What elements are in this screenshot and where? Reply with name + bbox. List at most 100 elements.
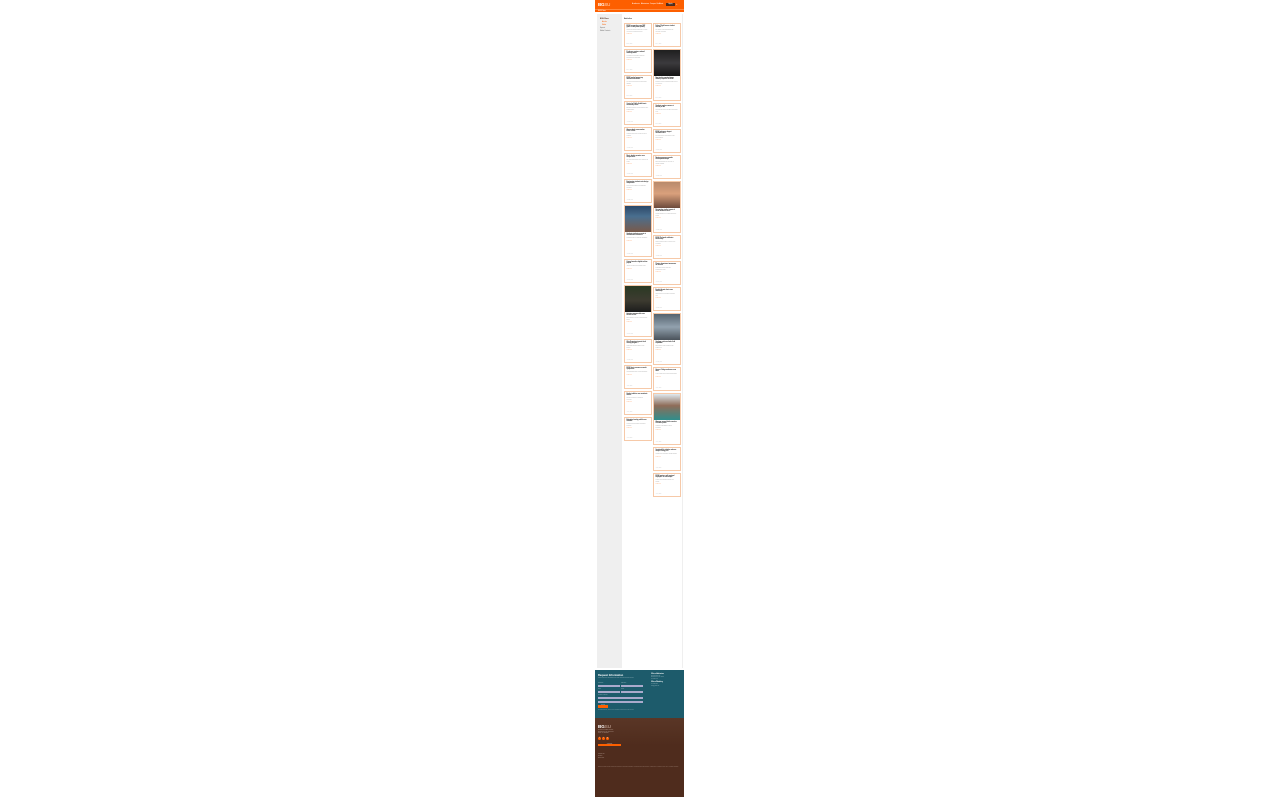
article-title[interactable]: Geology professor leads field expedition	[656, 342, 678, 346]
article-card[interactable]: Sustainability initiative reduces campus…	[652, 447, 681, 471]
read-more-link[interactable]: Read more	[656, 86, 678, 88]
article-card[interactable]: Aviation program adds new aircraft to fl…	[623, 285, 652, 337]
article-title[interactable]: New faculty member brings industry exper…	[656, 78, 678, 82]
article-card[interactable]: Alumnus named chief executive of health …	[652, 393, 681, 445]
article-card[interactable]: Graduate student presents at internation…	[623, 205, 652, 257]
read-more-link[interactable]: Read more	[627, 138, 649, 140]
article-image[interactable]	[653, 314, 680, 340]
article-title[interactable]: Nursing program expands clinical partner…	[656, 158, 678, 162]
sidebar-item-media-contacts[interactable]: Media Contacts	[599, 30, 619, 33]
article-title[interactable]: Researcher studies impact of social medi…	[656, 210, 678, 214]
comments-field[interactable]	[598, 700, 643, 703]
read-more-link[interactable]: Read more	[656, 272, 678, 274]
article-image[interactable]	[653, 394, 680, 420]
contact-phone[interactable]: 419-372-2478	[651, 679, 681, 681]
footer-cta-button[interactable]: Visit BGSU	[598, 744, 621, 747]
article-title[interactable]: Engineering students win design competit…	[627, 182, 649, 186]
contact-email[interactable]: news@bgsu.edu	[651, 686, 681, 688]
article-card[interactable]: Honors College welcomes new dean Leader b…	[652, 367, 681, 391]
article-title[interactable]: BGSU researchers earn NSF grant to study…	[627, 26, 649, 30]
article-card[interactable]: BGSU Firelands celebrates anniversary Cam…	[652, 235, 681, 259]
read-more-link[interactable]: Read more	[656, 298, 678, 300]
read-more-link[interactable]: Read more	[656, 34, 678, 36]
article-card[interactable]: Library launches digital archive project…	[623, 259, 652, 283]
article-title[interactable]: BGSU hosts summer research symposium	[627, 368, 649, 372]
article-card[interactable]: Professor receives national teaching awa…	[623, 49, 652, 73]
logo[interactable]: BGSU	[598, 2, 610, 7]
article-card[interactable]: Education faculty publish new textbook Re…	[623, 417, 652, 441]
submit-button[interactable]: Submit	[598, 705, 608, 708]
read-more-link[interactable]: Read more	[627, 34, 649, 36]
program-select[interactable]	[598, 696, 643, 699]
article-title[interactable]: Falcon Flight honors student veterans	[656, 26, 678, 30]
read-more-link[interactable]: Read more	[627, 190, 649, 192]
article-card[interactable]: BGSU hosts summer research symposium Unde…	[623, 365, 652, 389]
article-title[interactable]: BGSU welcomes largest freshman class	[656, 132, 678, 136]
read-more-link[interactable]: Read more	[627, 269, 649, 271]
read-more-link[interactable]: Read more	[627, 241, 649, 243]
article-title[interactable]: Education faculty publish new textbook	[627, 420, 649, 424]
article-image[interactable]	[653, 50, 680, 76]
article-card[interactable]: Geology professor leads field expedition…	[652, 313, 681, 365]
read-more-link[interactable]: Read more	[656, 377, 678, 379]
article-title[interactable]: BGSU Firelands celebrates anniversary	[656, 238, 678, 242]
article-card[interactable]: Faculty Senate elects new leadership Offi…	[652, 287, 681, 311]
footer-logo[interactable]: BGSU	[598, 724, 611, 729]
article-card[interactable]: Falcon Flight honors student veterans The…	[652, 23, 681, 47]
email-field[interactable]	[598, 690, 620, 693]
twitter-icon[interactable]: t	[602, 737, 605, 740]
article-card[interactable]: BGSU welcomes largest freshman class New …	[652, 129, 681, 153]
article-card[interactable]: BGSU ranked among top national universit…	[623, 75, 652, 99]
read-more-link[interactable]: Read more	[656, 140, 678, 142]
read-more-link[interactable]: Read more	[656, 430, 678, 432]
article-card[interactable]: Ohio Department grants fund literacy pro…	[623, 339, 652, 363]
nav-academics[interactable]: Academics	[632, 4, 640, 6]
article-title[interactable]: Aviation program adds new aircraft to fl…	[627, 314, 649, 318]
article-title[interactable]: Faculty Senate elects new leadership	[656, 290, 678, 294]
article-image[interactable]	[653, 182, 680, 208]
article-title[interactable]: Alumnus named chief executive of health …	[656, 422, 678, 426]
read-more-link[interactable]: Read more	[627, 402, 649, 404]
article-card[interactable]: Engineering students win design competit…	[623, 179, 652, 203]
nav-about[interactable]: About	[659, 4, 663, 6]
article-title[interactable]: Honors College welcomes new dean	[656, 370, 678, 374]
article-title[interactable]: BGSU partners with regional employers on…	[656, 476, 678, 480]
read-more-link[interactable]: Read more	[627, 322, 649, 324]
instagram-icon[interactable]: ◎	[606, 737, 609, 740]
article-title[interactable]: Student athletes earn academic honors	[627, 394, 649, 398]
article-card[interactable]: Nursing program expands clinical partner…	[652, 155, 681, 179]
nav-admissions[interactable]: Admissions	[641, 4, 649, 6]
article-card[interactable]: Students explore careers at annual job f…	[652, 103, 681, 127]
article-title[interactable]: Music faculty premiere new composition	[627, 156, 649, 160]
article-title[interactable]: Ohio Department grants fund literacy pro…	[627, 342, 649, 346]
article-title[interactable]: Graduate student presents at internation…	[627, 234, 649, 238]
read-more-link[interactable]: Read more	[627, 350, 649, 352]
read-more-link[interactable]: Read more	[627, 86, 649, 88]
apply-button[interactable]: Apply	[666, 3, 675, 6]
article-title[interactable]: Library launches digital archive project	[627, 262, 649, 266]
read-more-link[interactable]: Read more	[656, 457, 678, 459]
article-card[interactable]: Alumna leads conservation effort in Ohio…	[623, 127, 652, 151]
article-title[interactable]: Center for Public Health hosts community…	[627, 104, 649, 108]
last-name-field[interactable]	[621, 685, 643, 688]
section-title[interactable]: BGSU News	[598, 10, 606, 13]
article-card[interactable]: Researcher studies impact of social medi…	[652, 181, 681, 233]
search-icon[interactable]: ⌕	[676, 3, 679, 6]
article-title[interactable]: Professor receives national teaching awa…	[627, 52, 649, 56]
article-title[interactable]: Theatre department announces fall season	[656, 264, 678, 268]
article-card[interactable]: BGSU partners with regional employers on…	[652, 473, 681, 497]
article-card[interactable]: BGSU researchers earn NSF grant to study…	[623, 23, 652, 47]
read-more-link[interactable]: Read more	[656, 114, 678, 116]
article-image[interactable]	[624, 286, 651, 312]
article-card[interactable]: New faculty member brings industry exper…	[652, 49, 681, 101]
read-more-link[interactable]: Read more	[656, 218, 678, 220]
article-title[interactable]: Sustainability initiative reduces campus…	[656, 450, 678, 454]
facebook-icon[interactable]: f	[598, 737, 601, 740]
article-card[interactable]: Center for Public Health hosts community…	[623, 101, 652, 125]
read-more-link[interactable]: Read more	[627, 164, 649, 166]
article-title[interactable]: Alumna leads conservation effort in Ohio	[627, 130, 649, 134]
article-card[interactable]: Student athletes earn academic honors Fal…	[623, 391, 652, 415]
footer-link[interactable]: Employment	[598, 758, 605, 760]
article-image[interactable]	[624, 206, 651, 232]
read-more-link[interactable]: Read more	[627, 375, 649, 377]
